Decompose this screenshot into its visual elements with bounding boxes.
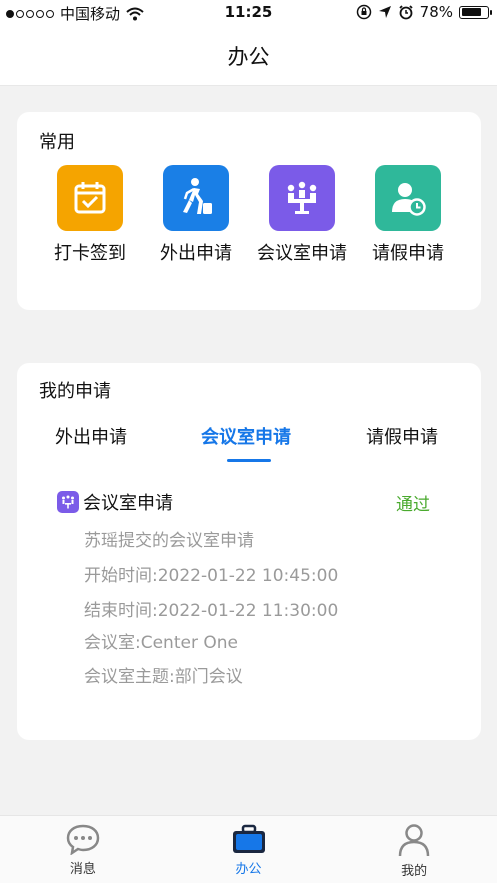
page-title: 办公 — [227, 44, 270, 69]
application-start-time: 开始时间:2022-01-22 10:45:00 — [84, 566, 339, 586]
shortcut-checkin[interactable]: 打卡签到 — [37, 165, 143, 265]
calendar-check-icon — [57, 165, 123, 231]
common-section-title: 常用 — [39, 132, 75, 153]
chat-bubble-icon — [66, 824, 100, 855]
common-card: 常用 打卡签到 外出申请 会议室申请 请假申请 — [17, 112, 481, 310]
application-end-time: 结束时间:2022-01-22 11:30:00 — [84, 601, 339, 621]
battery-percent: 78% — [419, 3, 453, 21]
tab-meeting-room[interactable]: 会议室申请 — [201, 423, 291, 449]
application-tabs: 外出申请 会议室申请 请假申请 — [17, 418, 481, 466]
shortcut-grid: 打卡签到 外出申请 会议室申请 请假申请 — [17, 165, 481, 265]
bottom-tab-bar: 消息 办公 我的 — [0, 815, 497, 883]
alarm-icon — [399, 5, 413, 20]
battery-icon — [459, 5, 492, 19]
tab-messages[interactable]: 消息 — [0, 816, 166, 883]
meeting-room-icon — [269, 165, 335, 231]
shortcut-label: 外出申请 — [160, 243, 232, 264]
shortcut-meeting-room[interactable]: 会议室申请 — [249, 165, 355, 265]
applications-section-title: 我的申请 — [39, 381, 111, 402]
my-applications-card: 我的申请 外出申请 会议室申请 请假申请 会议室申请 通过 苏瑶提交的会议室申请… — [17, 363, 481, 740]
orientation-lock-icon — [356, 4, 371, 20]
tab-label: 办公 — [235, 862, 262, 877]
nav-bar: 办公 — [0, 26, 497, 86]
tab-office[interactable]: 办公 — [166, 816, 332, 883]
application-topic: 会议室主题:部门会议 — [84, 667, 243, 687]
meeting-room-icon — [57, 491, 79, 513]
shortcut-leave[interactable]: 请假申请 — [355, 165, 461, 265]
person-clock-icon — [375, 165, 441, 231]
status-badge: 通过 — [396, 495, 430, 515]
application-item[interactable]: 会议室申请 通过 苏瑶提交的会议室申请 开始时间:2022-01-22 10:4… — [57, 488, 457, 687]
walking-person-icon — [163, 165, 229, 231]
shortcut-label: 打卡签到 — [54, 243, 126, 264]
tab-profile[interactable]: 我的 — [331, 816, 497, 883]
user-icon — [398, 824, 430, 857]
active-tab-indicator — [227, 459, 271, 462]
shortcut-label: 会议室申请 — [257, 243, 347, 264]
tab-leave[interactable]: 请假申请 — [366, 423, 438, 449]
application-item-title: 会议室申请 — [83, 493, 173, 514]
application-room: 会议室:Center One — [84, 633, 238, 653]
shortcut-label: 请假申请 — [372, 243, 444, 264]
briefcase-icon — [232, 824, 265, 853]
tab-label: 消息 — [69, 862, 96, 877]
shortcut-outing[interactable]: 外出申请 — [143, 165, 249, 265]
application-submitter: 苏瑶提交的会议室申请 — [84, 531, 254, 551]
status-bar: 中国移动 11:25 78% — [0, 0, 497, 26]
tab-outing[interactable]: 外出申请 — [55, 423, 127, 449]
tab-label: 我的 — [401, 864, 428, 879]
location-arrow-icon — [378, 6, 391, 18]
